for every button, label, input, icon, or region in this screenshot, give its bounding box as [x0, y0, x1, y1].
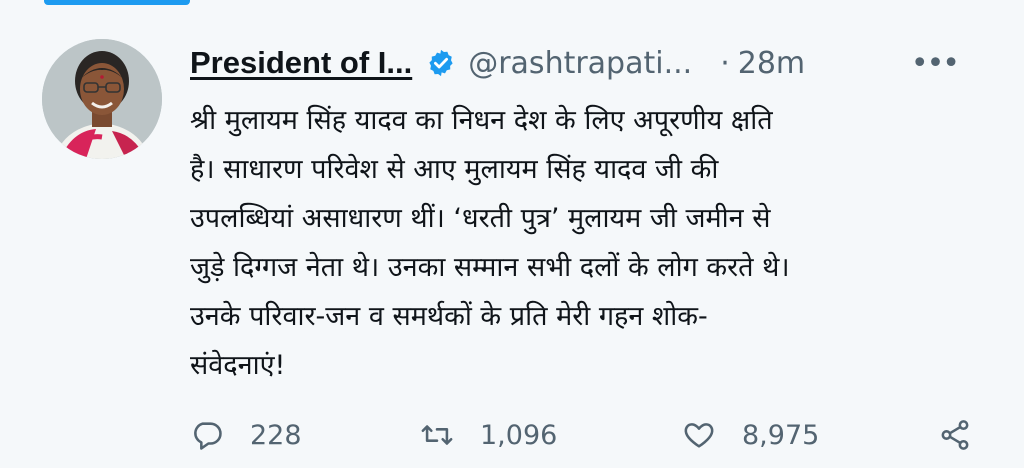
- tweet-text-line: उनके परिवार-जन व समर्थकों के प्रति मेरी …: [190, 301, 708, 332]
- author-name[interactable]: President of I...: [190, 45, 412, 81]
- heart-icon: [684, 423, 714, 448]
- separator-dot: ·: [720, 45, 730, 81]
- avatar[interactable]: [42, 39, 162, 159]
- tweet-text-line: श्री मुलायम सिंह यादव का निधन देश के लिए…: [190, 105, 773, 136]
- reply-icon: [194, 422, 222, 450]
- retweet-button[interactable]: 1,096: [420, 418, 557, 452]
- like-button[interactable]: 8,975: [682, 418, 819, 452]
- reply-button[interactable]: 228: [190, 418, 302, 452]
- top-tab-indicator: [44, 0, 190, 5]
- reply-count: 228: [250, 419, 302, 451]
- tweet-text-line: जुड़े दिग्गज नेता थे। उनका सम्मान सभी दल…: [190, 252, 790, 283]
- tweet-text-line: उपलब्धियां असाधारण थीं। ‘धरती पुत्र’ मुल…: [190, 203, 771, 234]
- tweet-actions: 228 1,096 8,975: [190, 418, 990, 468]
- verified-badge-icon: [426, 48, 456, 78]
- share-button[interactable]: [938, 418, 998, 452]
- tweet-text: श्री मुलायम सिंह यादव का निधन देश के लिए…: [190, 96, 980, 390]
- retweet-icon: [421, 425, 453, 445]
- retweet-count: 1,096: [480, 419, 558, 451]
- more-icon[interactable]: •••: [911, 40, 960, 86]
- author-handle[interactable]: @rashtrapati...: [468, 46, 692, 81]
- share-icon: [941, 420, 969, 450]
- tweet-header: President of I... @rashtrapati... · 28m …: [190, 40, 1000, 86]
- tweet-text-line: संवेदनाएं!: [190, 350, 286, 381]
- tweet-text-line: है। साधारण परिवेश से आए मुलायम सिंह यादव…: [190, 154, 719, 185]
- tweet-timestamp[interactable]: 28m: [738, 46, 805, 81]
- like-count: 8,975: [742, 419, 820, 451]
